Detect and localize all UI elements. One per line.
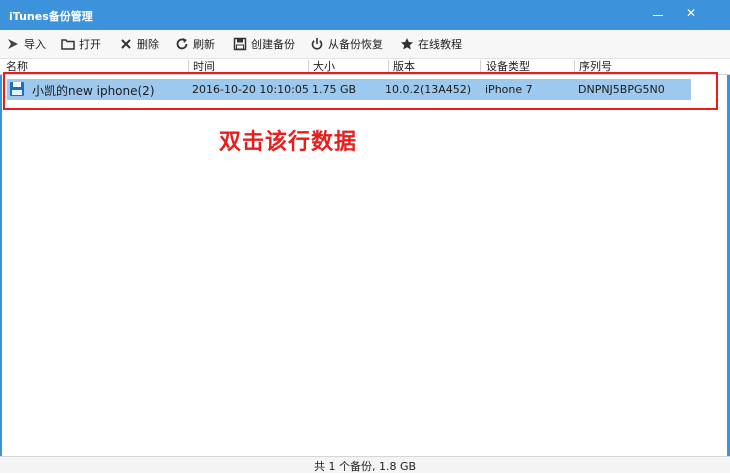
open-label: 打开 [79,38,101,51]
title-bar[interactable]: iTunes备份管理 ✕ [0,0,730,30]
minimize-button[interactable] [648,3,670,23]
highlight-box [3,72,718,110]
minimize-icon [653,15,663,16]
delete-icon [121,39,131,49]
refresh-button[interactable]: 刷新 [175,35,215,53]
window-border-left [0,30,2,472]
restore-backup-label: 从备份恢复 [328,38,383,51]
close-button[interactable]: ✕ [680,3,702,23]
star-icon [401,38,413,50]
import-label: 导入 [24,38,46,51]
power-icon [311,38,323,50]
annotation-text: 双击该行数据 [219,130,358,155]
refresh-icon [176,38,188,50]
close-icon: ✕ [685,6,697,20]
online-tutorial-button[interactable]: 在线教程 [400,35,462,53]
import-button[interactable]: 导入 [6,35,46,53]
refresh-label: 刷新 [193,38,215,51]
window-title: iTunes备份管理 [9,10,93,23]
online-tutorial-label: 在线教程 [418,38,462,51]
create-backup-button[interactable]: 创建备份 [233,35,295,53]
folder-icon [61,39,75,50]
create-backup-label: 创建备份 [251,38,295,51]
save-icon [233,37,247,51]
open-button[interactable]: 打开 [61,35,101,53]
delete-button[interactable]: 删除 [119,35,159,53]
status-bar: 共 1 个备份, 1.8 GB [0,456,730,473]
restore-backup-button[interactable]: 从备份恢复 [310,35,383,53]
import-icon [8,39,18,49]
toolbar: 导入 打开 删除 刷新 创建备份 从备份恢复 在线教程 [0,30,730,59]
delete-label: 删除 [137,38,159,51]
